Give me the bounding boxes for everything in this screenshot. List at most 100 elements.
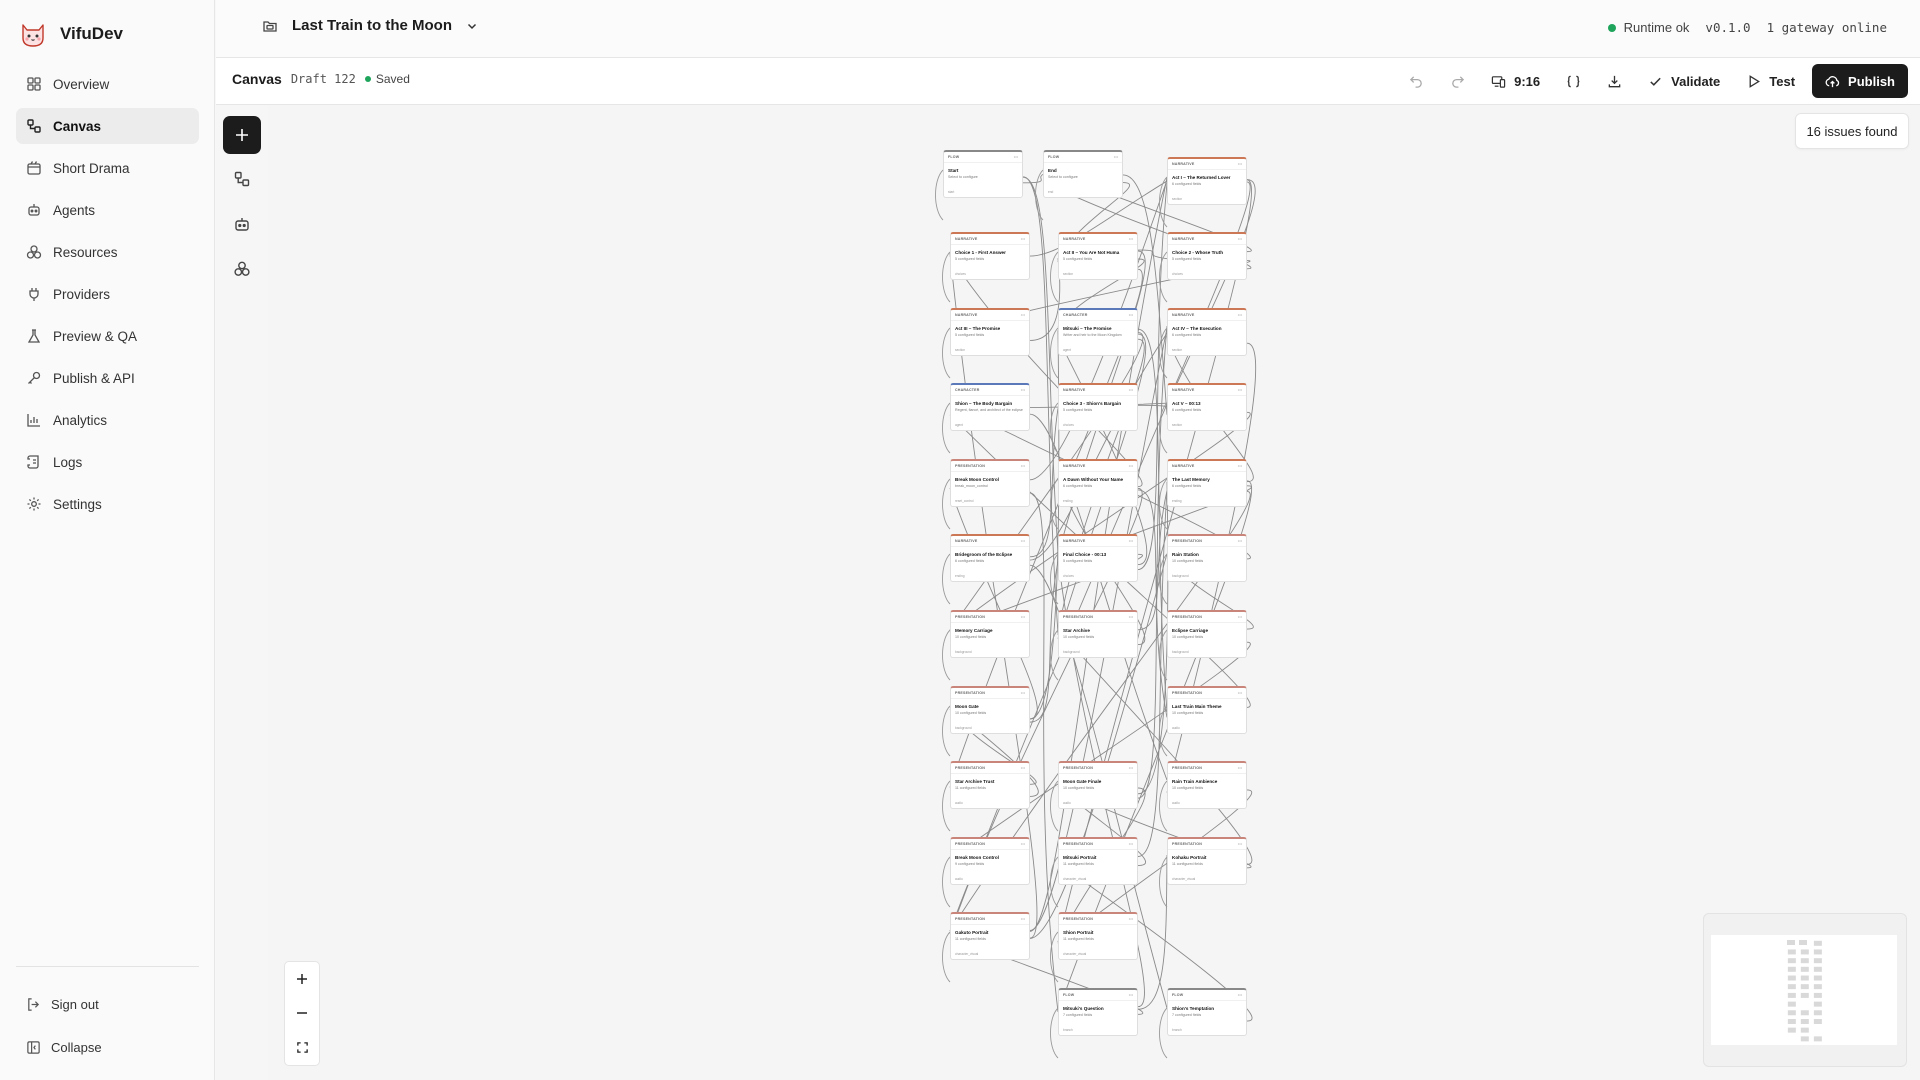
graph-node[interactable]: PRESENTATION ••• Moon Gate 10 configured fi… <box>950 686 1030 734</box>
graph-node[interactable]: NARRATIVE ••• Act I – The Returned Lover 6 … <box>1167 157 1247 205</box>
zoom-out-button[interactable] <box>285 996 319 1030</box>
sidebar-item-overview[interactable]: Overview <box>16 66 199 102</box>
zoom-in-button[interactable] <box>285 962 319 996</box>
export-button[interactable] <box>1598 64 1631 98</box>
node-type-label: NARRATIVE <box>955 313 978 317</box>
graph-node[interactable]: PRESENTATION ••• Rain Station 10 configured… <box>1167 534 1247 582</box>
brand[interactable]: VifuDev <box>18 18 123 50</box>
collapse-button[interactable]: Collapse <box>16 1032 199 1062</box>
redo-button[interactable] <box>1441 64 1474 98</box>
sidebar-item-agents[interactable]: Agents <box>16 192 199 228</box>
graph-node[interactable]: PRESENTATION ••• Break Moon Control break_m… <box>950 459 1030 507</box>
graph-node[interactable]: NARRATIVE ••• Act IV – The Execution 6 conf… <box>1167 308 1247 356</box>
graph-node[interactable]: NARRATIVE ••• The Last Memory 6 configured … <box>1167 459 1247 507</box>
graph-node[interactable]: NARRATIVE ••• Bridegroom of the Eclipse 6 c… <box>950 534 1030 582</box>
fit-view-button[interactable] <box>285 1030 319 1064</box>
issues-badge[interactable]: 16 issues found <box>1795 113 1909 149</box>
graph-node[interactable]: PRESENTATION ••• Star Archive 10 configured… <box>1058 610 1138 658</box>
minimap-node <box>1813 958 1822 964</box>
graph-node[interactable]: FLOW ••• End Select to configure end <box>1043 150 1123 198</box>
graph-node[interactable]: NARRATIVE ••• Act II – You Are Not Huma 5 c… <box>1058 232 1138 280</box>
node-type-label: PRESENTATION <box>955 842 986 846</box>
graph-node[interactable]: NARRATIVE ••• A Dawn Without Your Name 6 co… <box>1058 459 1138 507</box>
node-subtitle: 5 configured fields <box>1063 559 1093 563</box>
sidebar-item-canvas[interactable]: Canvas <box>16 108 199 144</box>
graph-node[interactable]: NARRATIVE ••• Choice 3 - Shion's Bargain 5 … <box>1058 383 1138 431</box>
graph-node[interactable]: NARRATIVE ••• Choice 2 - Whose Truth 5 conf… <box>1167 232 1247 280</box>
graph-node[interactable]: PRESENTATION ••• Gakuto Portrait 11 configu… <box>950 912 1030 960</box>
minimap-node <box>1787 958 1796 964</box>
node-type-label: PRESENTATION <box>955 691 986 695</box>
graph-node[interactable]: NARRATIVE ••• Act III – The Promise 5 confi… <box>950 308 1030 356</box>
json-view-button[interactable] <box>1557 64 1590 98</box>
validate-button[interactable]: Validate <box>1639 64 1729 98</box>
node-menu-icon: ••• <box>1020 312 1025 317</box>
graph-node[interactable]: NARRATIVE ••• Act V – 00:13 6 configured fi… <box>1167 383 1247 431</box>
node-divider <box>951 773 1029 774</box>
node-subtitle: 11 configured fields <box>1172 862 1203 866</box>
flow-nodes-button[interactable] <box>223 160 261 198</box>
aspect-ratio-button[interactable]: 9:16 <box>1482 64 1549 98</box>
graph-node[interactable]: FLOW ••• Mitsuki's Question 7 configured fi… <box>1058 988 1138 1036</box>
node-kind: audio <box>955 801 963 805</box>
publish-button[interactable]: Publish <box>1812 64 1908 98</box>
graph-node[interactable]: FLOW ••• Start Select to configure start <box>943 150 1023 198</box>
graph-node[interactable]: NARRATIVE ••• Final Choice - 00:13 5 config… <box>1058 534 1138 582</box>
test-button[interactable]: Test <box>1737 64 1804 98</box>
minimap-node <box>1787 949 1796 955</box>
sidebar-nav: Overview Canvas Short Drama Agents Resou… <box>16 66 199 528</box>
minimap[interactable] <box>1703 913 1907 1067</box>
sidebar-item-publish-api[interactable]: Publish & API <box>16 360 199 396</box>
graph-node[interactable]: PRESENTATION ••• Rain Train Ambience 10 con… <box>1167 761 1247 809</box>
node-title: Final Choice - 00:13 <box>1063 552 1107 557</box>
undo-button[interactable] <box>1400 64 1433 98</box>
plus-icon <box>236 129 248 141</box>
sidebar-item-short-drama[interactable]: Short Drama <box>16 150 199 186</box>
sidebar-item-label: Agents <box>53 202 96 218</box>
graph-node[interactable]: PRESENTATION ••• Shion Portrait 11 configur… <box>1058 912 1138 960</box>
project-switcher[interactable]: Last Train to the Moon <box>262 17 478 34</box>
node-kind: audio <box>955 877 963 881</box>
sidebar-item-resources[interactable]: Resources <box>16 234 199 270</box>
sidebar-item-analytics[interactable]: Analytics <box>16 402 199 438</box>
node-divider <box>1168 244 1246 245</box>
node-kind: choices <box>955 272 966 276</box>
node-kind: choices <box>1063 574 1074 578</box>
sign-out-button[interactable]: Sign out <box>16 989 199 1019</box>
node-menu-icon: ••• <box>1020 387 1025 392</box>
resource-nodes-button[interactable] <box>223 250 261 288</box>
graph-node[interactable]: PRESENTATION ••• Kohaku Portrait 11 configu… <box>1167 837 1247 885</box>
node-menu-icon: ••• <box>1237 463 1242 468</box>
graph-node[interactable]: CHARACTER ••• Mitsuki – The Promise Writer … <box>1058 308 1138 356</box>
sidebar-item-settings[interactable]: Settings <box>16 486 199 522</box>
graph-node[interactable]: FLOW ••• Shion's Temptation 7 configured fi… <box>1167 988 1247 1036</box>
node-divider <box>951 546 1029 547</box>
add-node-button[interactable] <box>223 116 261 154</box>
graph-node[interactable]: PRESENTATION ••• Eclipse Carriage 10 config… <box>1167 610 1247 658</box>
sidebar-item-preview-qa[interactable]: Preview & QA <box>16 318 199 354</box>
graph-node[interactable]: PRESENTATION ••• Last Train Main Theme 10 c… <box>1167 686 1247 734</box>
sidebar-item-providers[interactable]: Providers <box>16 276 199 312</box>
sidebar-item-label: Logs <box>53 454 83 470</box>
sidebar-item-logs[interactable]: Logs <box>16 444 199 480</box>
node-title: Memory Carriage <box>955 628 993 633</box>
agent-nodes-button[interactable] <box>223 205 261 243</box>
graph-node[interactable]: NARRATIVE ••• Choice 1 - First Answer 5 con… <box>950 232 1030 280</box>
graph-node[interactable]: PRESENTATION ••• Moon Gate Finale 10 config… <box>1058 761 1138 809</box>
bot-icon <box>235 218 249 231</box>
graph-node[interactable]: PRESENTATION ••• Memory Carriage 10 configu… <box>950 610 1030 658</box>
node-divider <box>951 471 1029 472</box>
node-divider <box>951 320 1029 321</box>
validate-label: Validate <box>1671 73 1721 89</box>
node-subtitle: Regent, fiancé, and architect of the ecl… <box>955 408 1023 412</box>
graph-node[interactable]: PRESENTATION ••• Star Archive Trust 11 conf… <box>950 761 1030 809</box>
graph-node[interactable]: PRESENTATION ••• Break Moon Control 9 confi… <box>950 837 1030 885</box>
node-kind: branch <box>1172 1028 1182 1032</box>
boxes-icon <box>234 261 250 276</box>
node-subtitle: 6 configured fields <box>1172 484 1202 488</box>
node-type-label: FLOW <box>1063 993 1075 997</box>
minimap-node <box>1813 984 1822 990</box>
graph-node[interactable]: CHARACTER ••• Shion – The Body Bargain Rege… <box>950 383 1030 431</box>
graph-node[interactable]: PRESENTATION ••• Mitsuki Portrait 11 config… <box>1058 837 1138 885</box>
node-kind: character_visual <box>955 952 979 956</box>
